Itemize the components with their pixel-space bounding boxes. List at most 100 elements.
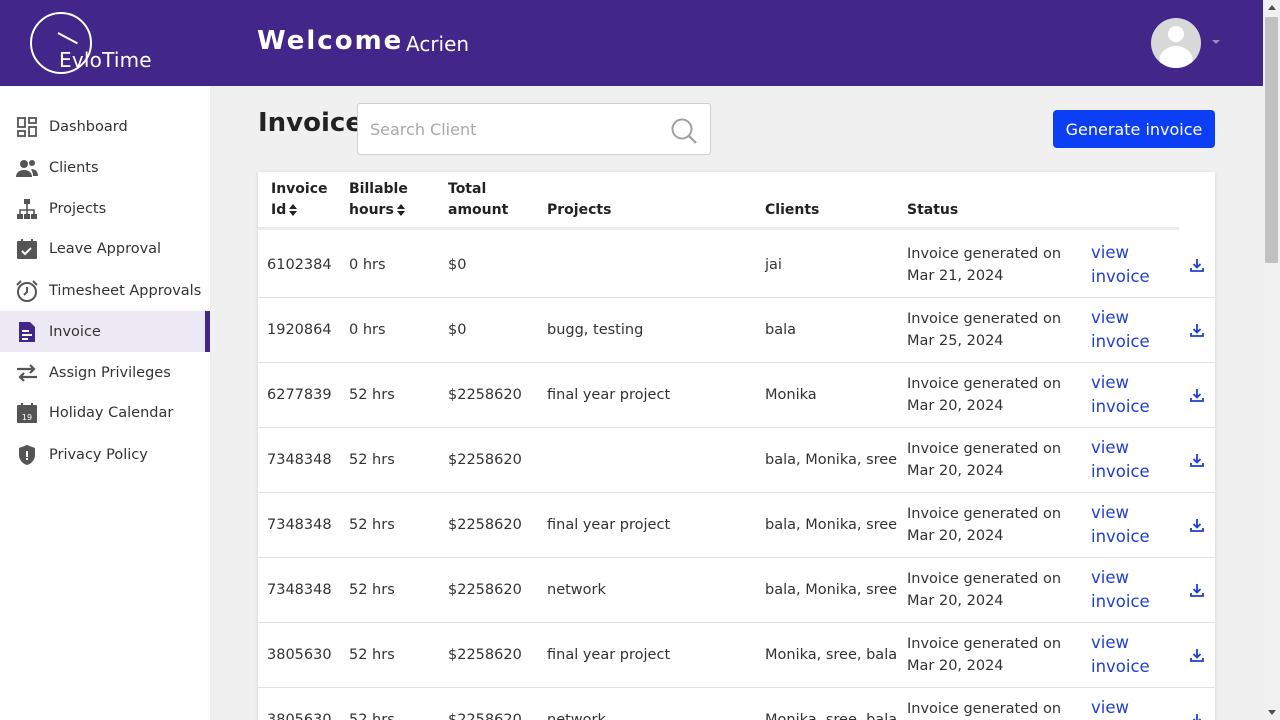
status-date: Mar 20, 2024 [907,593,1004,609]
sidebar-item-privacy-policy[interactable]: Privacy Policy [0,434,210,475]
cell-invoice-id: 3805630 [267,712,332,720]
view-invoice-link[interactable]: viewinvoice [1091,371,1150,419]
status-line: Invoice generated on [907,701,1062,717]
download-icon[interactable] [1189,452,1205,468]
cell-billable-hours: 0 hrs [349,322,386,338]
status-line: Invoice generated on [907,636,1062,652]
cell-invoice-id: 3805630 [267,647,332,663]
table-row: 7348348 52 hrs $2258620 network bala, Monika… [258,558,1215,623]
column-header-line-sort: Id [271,200,328,221]
welcome-text: Welcome [257,26,404,56]
table-header: Invoice Id Billable hours Total amount P… [258,172,1179,230]
sidebar-item-timesheet-approvals[interactable]: Timesheet Approvals [0,270,210,311]
cell-clients: bala, Monika, sree [765,452,898,468]
view-invoice-link[interactable]: view invoice [1091,436,1150,484]
view-invoice-link[interactable]: viewinvoice [1091,631,1150,679]
cell-status: Invoice generated on Mar 25, 2024 [907,298,1061,362]
scroll-thumb[interactable] [1265,17,1278,263]
cell-billable-hours: 52 hrs [349,452,395,468]
cell-view-invoice: view invoice [1091,558,1150,622]
sidebar-item-invoice[interactable]: Invoice [0,311,210,352]
link-line: invoice [1091,527,1150,546]
sidebar-item-label: Assign Privileges [49,364,171,381]
sort-icon[interactable] [289,204,298,216]
generate-invoice-button[interactable]: Generate invoice [1053,110,1215,148]
sidebar-item-dashboard[interactable]: Dashboard [0,106,210,147]
logo-text: EvloTime [59,48,152,72]
cell-view-invoice: view invoice [1091,493,1150,557]
sidebar-item-holiday-calendar[interactable]: 19 Holiday Calendar [0,392,210,433]
profile-dropdown-caret-icon[interactable] [1212,40,1220,44]
cell-status: Invoice generated on Mar 21, 2024 [907,233,1061,297]
download-icon[interactable] [1189,712,1205,720]
cell-status: Invoice generated on Mar 20, 2024 [907,428,1061,492]
cell-clients: Monika [765,387,817,403]
page-scrollbar[interactable] [1263,0,1280,720]
table-row: 7348348 52 hrs $2258620 bala, Monika, sree I… [258,428,1215,493]
user-avatar[interactable] [1151,18,1201,68]
view-invoice-link[interactable]: viewinvoice [1091,566,1150,614]
link-line: invoice [1091,267,1150,286]
cell-billable-hours: 0 hrs [349,257,386,273]
sidebar-item-projects[interactable]: Projects [0,188,210,229]
status-date: Mar 21, 2024 [907,268,1004,284]
shield-icon [19,445,35,465]
column-header-line: amount [448,202,509,218]
sidebar-item-label: Leave Approval [49,240,162,257]
download-icon[interactable] [1189,647,1205,663]
sidebar-item-leave-approval[interactable]: Leave Approval [0,228,210,269]
cell-invoice-id: 1920864 [267,322,332,338]
download-icon[interactable] [1189,517,1205,533]
cell-billable-hours: 52 hrs [349,712,395,720]
column-status: Status [907,202,959,218]
evlotime-logo[interactable]: EvloTime [28,12,158,76]
swap-arrows-icon [17,364,37,382]
view-invoice-link[interactable]: viewinvoice [1091,306,1150,354]
download-icon[interactable] [1189,257,1205,273]
download-icon[interactable] [1189,387,1205,403]
status-date: Mar 20, 2024 [907,658,1004,674]
status-line: Invoice generated on [907,376,1062,392]
scroll-down-arrow-icon[interactable] [1268,710,1276,715]
view-invoice-link[interactable]: viewinvoice [1091,501,1150,549]
status-date: Mar 20, 2024 [907,463,1004,479]
column-billable-hours[interactable]: Billable hours [349,179,408,221]
table-row: 6277839 52 hrs $2258620 final year project M… [258,363,1215,428]
invoice-icon [19,322,35,342]
download-icon[interactable] [1189,582,1205,598]
view-invoice-link[interactable]: viewinvoice [1091,696,1150,720]
avatar-head [1168,26,1184,42]
link-line: invoice [1091,462,1150,481]
cell-total-amount: $2258620 [448,387,522,403]
download-icon[interactable] [1189,322,1205,338]
sidebar-item-assign-privileges[interactable]: Assign Privileges [0,352,210,393]
status-line: Invoice generated on [907,441,1062,457]
cell-invoice-id: 7348348 [267,517,332,533]
sort-icon[interactable] [396,204,406,216]
sidebar-item-clients[interactable]: Clients [0,147,210,188]
scroll-up-arrow-icon[interactable] [1268,5,1276,10]
cell-total-amount: $2258620 [448,712,522,720]
column-header-line: hours [349,202,394,218]
column-header-line: Id [271,202,287,218]
column-clients: Clients [765,202,820,218]
table-row: 7348348 52 hrs $2258620 final year project b… [258,493,1215,558]
cell-clients: bala, Monika, sree [765,517,898,533]
table-row: 3805630 52 hrs $2258620 network Monika, sree… [258,688,1215,720]
sidebar: Dashboard Clients Projects Leave Approva… [0,86,210,720]
link-line: view [1091,243,1129,262]
cell-clients: Monika, sree, bala [765,647,898,663]
link-line: invoice [1091,332,1150,351]
cell-clients: jai [765,257,782,273]
column-projects: Projects [547,202,612,218]
search-input[interactable] [370,117,660,141]
link-line: view [1091,698,1129,717]
view-invoice-link[interactable]: view invoice [1091,241,1150,289]
calendar-icon-number: 19 [22,413,32,422]
search-box[interactable] [357,103,711,155]
link-line: view [1091,438,1129,457]
page-title: Invoice [258,108,363,138]
table-row: 1920864 0 hrs $0 bugg, testing bala Invoice g… [258,298,1215,363]
column-invoice-id[interactable]: Invoice Id [271,179,328,221]
search-icon[interactable] [670,117,698,145]
